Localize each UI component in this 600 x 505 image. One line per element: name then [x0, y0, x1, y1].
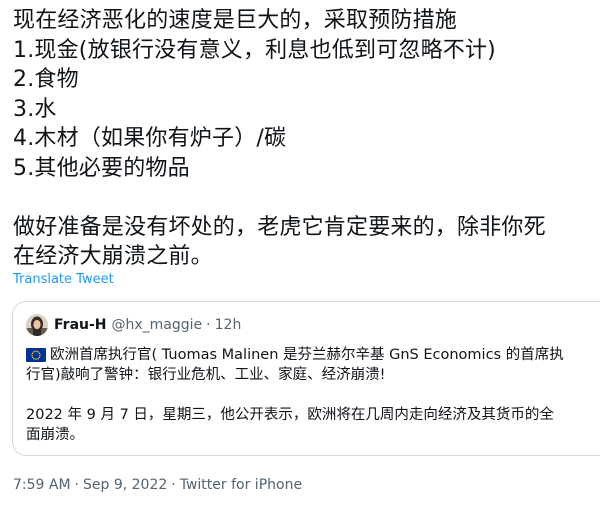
- separator-dot: ·: [206, 317, 211, 333]
- tweet-time[interactable]: 7:59 AM: [13, 477, 71, 493]
- tweet-text-line: 4.木材（如果你有炉子）/碳: [13, 126, 287, 151]
- quoted-text-content: 欧洲首席执行官( Tuomas Malinen 是芬兰赫尔辛基 GnS Econ…: [50, 347, 564, 363]
- quoted-tweet-header: Frau-H @hx_maggie · 12h: [26, 314, 241, 336]
- tweet-text-line: 现在经济恶化的速度是巨大的，采取预防措施: [13, 8, 458, 33]
- quoted-text-line: 2022 年 9 月 7 日，星期三，他公开表示，欧洲将在几周内走向经济及其货币…: [26, 407, 554, 423]
- tweet-metadata: 7:59 AM · Sep 9, 2022 · Twitter for iPhone: [13, 476, 302, 494]
- separator-dot: ·: [171, 477, 176, 493]
- quoted-tweet-text: 欧洲首席执行官( Tuomas Malinen 是芬兰赫尔辛基 GnS Econ…: [26, 345, 596, 445]
- quoted-text-line: 欧洲首席执行官( Tuomas Malinen 是芬兰赫尔辛基 GnS Econ…: [26, 345, 596, 365]
- separator-dot: ·: [74, 477, 79, 493]
- translate-tweet-link[interactable]: Translate Tweet: [13, 272, 114, 288]
- avatar[interactable]: [26, 314, 48, 336]
- tweet-text-line: 在经济大崩溃之前。: [13, 244, 213, 269]
- eu-flag-icon: [26, 348, 46, 362]
- tweet-source[interactable]: Twitter for iPhone: [180, 477, 302, 493]
- avatar-image-icon: [26, 314, 48, 336]
- tweet-date[interactable]: Sep 9, 2022: [83, 477, 167, 493]
- quoted-text-line: 行官)敲响了警钟：银行业危机、工业、家庭、经济崩溃!: [26, 367, 386, 383]
- tweet-text-line: 2.食物: [13, 67, 79, 92]
- tweet-text: 现在经济恶化的速度是巨大的，采取预防措施 1.现金(放银行没有意义，利息也低到可…: [13, 6, 593, 272]
- tweet-text-line: 5.其他必要的物品: [13, 155, 190, 181]
- tweet: 现在经济恶化的速度是巨大的，采取预防措施 1.现金(放银行没有意义，利息也低到可…: [0, 0, 600, 505]
- tweet-text-line: 1.现金(放银行没有意义，利息也低到可忽略不计): [13, 37, 496, 63]
- tweet-text-line: 做好准备是没有坏处的，老虎它肯定要来的，除非你死: [13, 214, 546, 240]
- quoted-author-name[interactable]: Frau-H: [54, 317, 107, 333]
- quoted-tweet-time[interactable]: 12h: [215, 317, 242, 333]
- quoted-tweet-card[interactable]: Frau-H @hx_maggie · 12h 欧洲首席执行官(Tuomas …: [12, 301, 600, 456]
- quoted-author-handle[interactable]: @hx_maggie: [112, 317, 203, 333]
- tweet-text-line: 3.水: [13, 96, 57, 122]
- quoted-text-line: 面崩溃。: [26, 427, 84, 443]
